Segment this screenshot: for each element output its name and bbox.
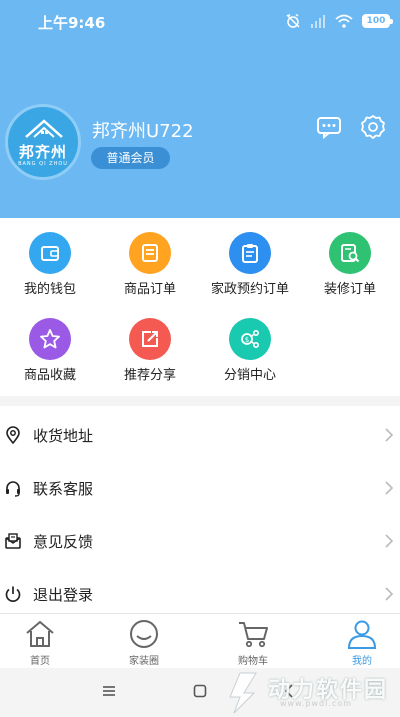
status-icons: 100 <box>285 11 393 31</box>
tab-home-circle[interactable]: 家装圈 <box>104 614 184 669</box>
housekeeping-orders-label: 家政预约订单 <box>210 282 289 297</box>
alarm-off-icon <box>286 13 300 28</box>
renovation-orders-label: 装修订单 <box>323 282 376 297</box>
chevron-right-icon <box>385 428 394 442</box>
tab-mine[interactable]: 我的 <box>322 614 400 669</box>
watermark-url: www.pwdl.com <box>280 699 352 708</box>
menu-item-customer-service[interactable]: 联系客服 <box>0 462 400 515</box>
signal-icon <box>311 15 325 28</box>
menu-label-logout: 退出登录 <box>33 586 94 604</box>
wifi-icon <box>335 14 353 28</box>
cart-icon <box>239 622 268 648</box>
distribution-icon: $ <box>229 318 271 360</box>
house-logo-icon <box>25 119 63 138</box>
home-icon <box>26 620 54 647</box>
share-icon <box>129 318 171 360</box>
svg-text:$: $ <box>245 336 249 344</box>
distribution-center-button[interactable]: $ 分销中心 <box>200 304 300 384</box>
settings-icon[interactable] <box>360 114 386 140</box>
menu-item-address[interactable]: 收货地址 <box>0 409 400 462</box>
avatar-logo-subtext: BANG QI ZHOU <box>18 161 68 167</box>
wallet-icon <box>29 232 71 274</box>
product-orders-button[interactable]: 商品订单 <box>100 218 200 298</box>
power-icon <box>5 586 21 602</box>
tab-label-cart: 购物车 <box>238 656 268 667</box>
chevron-right-icon <box>385 534 394 548</box>
quick-actions-panel: 我的钱包 商品订单 家政预约订单 装修订单 商品收藏 推荐分享 $ 分销中心 <box>0 218 400 396</box>
order-icon <box>129 232 171 274</box>
menu-icon[interactable] <box>102 685 116 697</box>
avatar-logo-text: 邦齐州 <box>18 143 67 161</box>
member-level-badge: 普通会员 <box>91 147 170 169</box>
tab-label-mine: 我的 <box>352 656 372 667</box>
avatar[interactable]: 邦齐州 BANG QI ZHOU <box>5 104 81 180</box>
chevron-right-icon <box>385 481 394 495</box>
tab-cart[interactable]: 购物车 <box>213 614 293 669</box>
clipboard-icon <box>229 232 271 274</box>
battery-level: 100 <box>366 16 386 26</box>
chevron-right-icon <box>385 587 394 601</box>
message-icon[interactable] <box>316 114 342 140</box>
tab-home[interactable]: 首页 <box>0 614 80 669</box>
product-orders-label: 商品订单 <box>123 282 176 297</box>
location-icon <box>6 426 20 444</box>
chat-circle-icon <box>130 620 158 648</box>
menu-label-feedback: 意见反馈 <box>33 533 94 551</box>
housekeeping-orders-button[interactable]: 家政预约订单 <box>200 218 300 298</box>
bottom-tab-bar: 首页 家装圈 购物车 我的 <box>0 613 400 668</box>
search-document-icon <box>329 232 371 274</box>
star-icon <box>29 318 71 360</box>
feedback-icon <box>5 533 21 549</box>
home-nav-icon[interactable] <box>193 684 207 698</box>
renovation-orders-button[interactable]: 装修订单 <box>300 218 400 298</box>
menu-item-feedback[interactable]: 意见反馈 <box>0 515 400 568</box>
tab-label-home: 首页 <box>30 656 50 667</box>
favorites-label: 商品收藏 <box>23 368 76 383</box>
share-label: 推荐分享 <box>123 368 176 383</box>
status-time: 上午9:46 <box>38 14 106 32</box>
wallet-label: 我的钱包 <box>23 282 76 297</box>
headset-icon <box>6 481 20 497</box>
status-bar: 上午9:46 100 <box>0 0 400 40</box>
menu-label-address: 收货地址 <box>33 427 94 445</box>
tab-label-home-circle: 家装圈 <box>129 656 159 667</box>
share-button[interactable]: 推荐分享 <box>100 304 200 384</box>
favorites-button[interactable]: 商品收藏 <box>0 304 100 384</box>
user-icon <box>347 620 377 649</box>
battery-icon: 100 <box>362 14 393 28</box>
username: 邦齐州U722 <box>92 121 194 142</box>
wallet-button[interactable]: 我的钱包 <box>0 218 100 298</box>
settings-menu: 收货地址 联系客服 意见反馈 退出登录 <box>0 406 400 613</box>
distribution-center-label: 分销中心 <box>223 368 276 383</box>
menu-label-customer-service: 联系客服 <box>33 480 94 498</box>
